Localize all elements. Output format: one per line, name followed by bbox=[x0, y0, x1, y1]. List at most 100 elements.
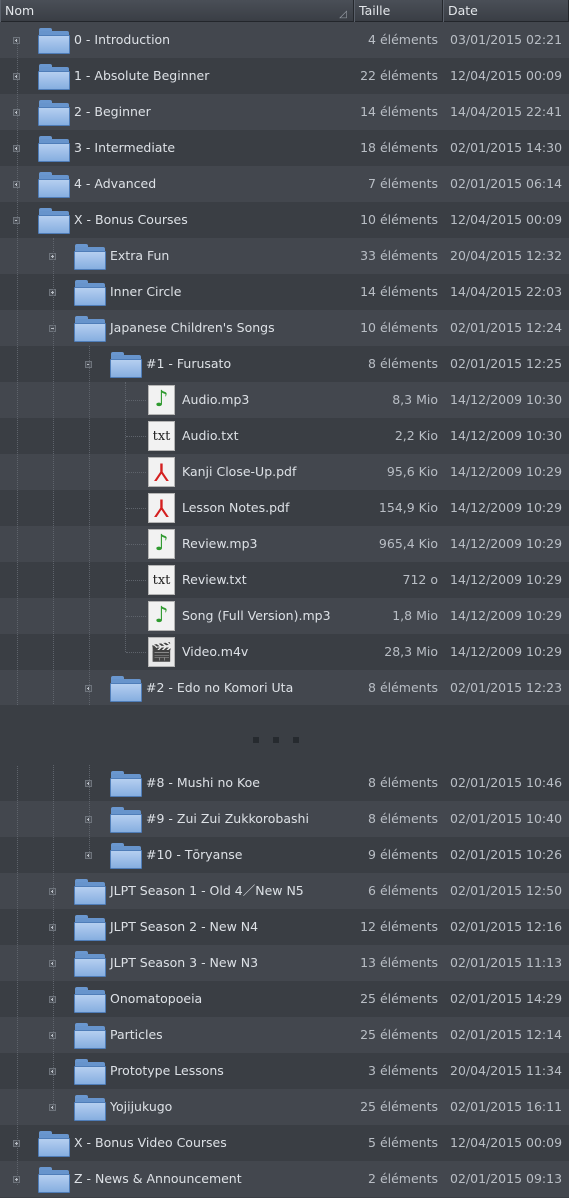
folder-row[interactable]: #10 - Tōryanse 9 éléments 02/01/2015 10:26 bbox=[0, 837, 569, 873]
item-name: Particles bbox=[110, 1027, 163, 1042]
tree-guide-line bbox=[126, 508, 146, 509]
folder-icon bbox=[38, 206, 70, 234]
tree-guide-line bbox=[126, 472, 146, 473]
item-name: Japanese Children's Songs bbox=[110, 320, 275, 335]
file-row[interactable]: ⅄ Lesson Notes.pdf 154,9 Kio 14/12/2009 10:… bbox=[0, 490, 569, 526]
column-name-header[interactable]: Nom ◿ bbox=[0, 0, 354, 22]
item-name: #2 - Edo no Komori Uta bbox=[146, 680, 294, 695]
file-row[interactable]: ♪ Song (Full Version).mp3 1,8 Mio 14/12/200… bbox=[0, 598, 569, 634]
folder-row[interactable]: #9 - Zui Zui Zukkorobashi 8 éléments 02/01… bbox=[0, 801, 569, 837]
item-date: 14/12/2009 10:29 bbox=[450, 608, 563, 623]
folder-icon bbox=[38, 26, 70, 54]
item-date: 02/01/2015 11:13 bbox=[450, 955, 563, 970]
item-date: 02/01/2015 06:14 bbox=[450, 176, 563, 191]
folder-row[interactable]: JLPT Season 3 - New N3 13 éléments 02/01/2… bbox=[0, 945, 569, 981]
item-size: 712 o bbox=[402, 572, 438, 587]
item-name: Video.m4v bbox=[182, 644, 249, 659]
folder-row[interactable]: X - Bonus Video Courses 5 éléments 12/04/2… bbox=[0, 1125, 569, 1161]
column-header: Nom ◿ Taille Date bbox=[0, 0, 569, 22]
item-size: 8 éléments bbox=[368, 356, 438, 371]
folder-row[interactable]: 3 - Intermediate 18 éléments 02/01/2015 14… bbox=[0, 130, 569, 166]
item-name: 4 - Advanced bbox=[74, 176, 157, 191]
folder-row[interactable]: Prototype Lessons 3 éléments 20/04/2015 11… bbox=[0, 1053, 569, 1089]
tree-guide-line bbox=[126, 580, 146, 581]
folder-row[interactable]: JLPT Season 2 - New N4 12 éléments 02/01/2… bbox=[0, 909, 569, 945]
folder-icon bbox=[74, 1057, 106, 1085]
folder-row[interactable]: Extra Fun 33 éléments 20/04/2015 12:32 bbox=[0, 238, 569, 274]
item-size: 25 éléments bbox=[360, 991, 438, 1006]
item-size: 10 éléments bbox=[360, 212, 438, 227]
folder-row[interactable]: #1 - Furusato 8 éléments 02/01/2015 12:25 bbox=[0, 346, 569, 382]
item-name: #9 - Zui Zui Zukkorobashi bbox=[146, 811, 309, 826]
item-date: 20/04/2015 11:34 bbox=[450, 1063, 563, 1078]
item-date: 02/01/2015 10:26 bbox=[450, 847, 563, 862]
item-name: Yojijukugo bbox=[110, 1099, 173, 1114]
item-date: 03/01/2015 02:21 bbox=[450, 32, 563, 47]
folder-row[interactable]: Japanese Children's Songs 10 éléments 02/0… bbox=[0, 310, 569, 346]
column-name-label: Nom bbox=[5, 3, 35, 18]
folder-row[interactable]: Z - News & Announcement 2 éléments 02/01/2… bbox=[0, 1161, 569, 1197]
folder-row[interactable]: Yojijukugo 25 éléments 02/01/2015 16:11 bbox=[0, 1089, 569, 1125]
folder-icon bbox=[38, 170, 70, 198]
folder-row[interactable]: #2 - Edo no Komori Uta 8 éléments 02/01/20… bbox=[0, 670, 569, 706]
item-size: 1,8 Mio bbox=[392, 608, 438, 623]
item-size: 154,9 Kio bbox=[378, 500, 438, 515]
item-date: 02/01/2015 10:46 bbox=[450, 775, 563, 790]
file-row[interactable]: ♪ Review.mp3 965,4 Kio 14/12/2009 10:29 bbox=[0, 526, 569, 562]
item-name: 3 - Intermediate bbox=[74, 140, 176, 155]
item-name: Z - News & Announcement bbox=[74, 1171, 242, 1186]
folder-icon bbox=[38, 62, 70, 90]
file-row[interactable]: txt Audio.txt 2,2 Kio 14/12/2009 10:30 bbox=[0, 418, 569, 454]
item-date: 14/12/2009 10:29 bbox=[450, 500, 563, 515]
folder-icon bbox=[110, 841, 142, 869]
folder-row[interactable]: #8 - Mushi no Koe 8 éléments 02/01/2015 10… bbox=[0, 765, 569, 801]
item-size: 14 éléments bbox=[360, 284, 438, 299]
item-name: X - Bonus Courses bbox=[74, 212, 188, 227]
item-size: 6 éléments bbox=[368, 883, 438, 898]
pdf-file-icon: ⅄ bbox=[148, 493, 175, 523]
column-size-header[interactable]: Taille bbox=[354, 0, 443, 22]
file-row[interactable]: 🎬 Video.m4v 28,3 Mio 14/12/2009 10:29 bbox=[0, 634, 569, 670]
pdf-file-icon: ⅄ bbox=[148, 457, 175, 487]
folder-icon bbox=[74, 314, 106, 342]
item-name: #1 - Furusato bbox=[146, 356, 232, 371]
item-date: 12/04/2015 00:09 bbox=[450, 68, 563, 83]
item-size: 12 éléments bbox=[360, 919, 438, 934]
item-name: JLPT Season 3 - New N3 bbox=[110, 955, 259, 970]
ellipsis-icon bbox=[253, 731, 313, 746]
item-name: 0 - Introduction bbox=[74, 32, 171, 47]
tree-guide-line bbox=[89, 765, 90, 858]
item-name: 2 - Beginner bbox=[74, 104, 151, 119]
item-date: 02/01/2015 12:25 bbox=[450, 356, 563, 371]
file-row[interactable]: ⅄ Kanji Close-Up.pdf 95,6 Kio 14/12/2009 10… bbox=[0, 454, 569, 490]
file-row[interactable]: txt Review.txt 712 o 14/12/2009 10:29 bbox=[0, 562, 569, 598]
item-name: 1 - Absolute Beginner bbox=[74, 68, 210, 83]
item-date: 20/04/2015 12:32 bbox=[450, 248, 563, 263]
folder-row[interactable]: 0 - Introduction 4 éléments 03/01/2015 02:… bbox=[0, 22, 569, 58]
item-date: 14/12/2009 10:29 bbox=[450, 464, 563, 479]
item-name: JLPT Season 2 - New N4 bbox=[110, 919, 259, 934]
item-date: 12/04/2015 00:09 bbox=[450, 1135, 563, 1150]
folder-row[interactable]: X - Bonus Courses 10 éléments 12/04/2015 0… bbox=[0, 202, 569, 238]
item-size: 25 éléments bbox=[360, 1027, 438, 1042]
item-date: 02/01/2015 12:24 bbox=[450, 320, 563, 335]
folder-row[interactable]: 1 - Absolute Beginner 22 éléments 12/04/20… bbox=[0, 58, 569, 94]
folder-row[interactable]: Particles 25 éléments 02/01/2015 12:14 bbox=[0, 1017, 569, 1053]
folder-row[interactable]: Onomatopoeia 25 éléments 02/01/2015 14:29 bbox=[0, 981, 569, 1017]
item-size: 8 éléments bbox=[368, 775, 438, 790]
folder-row[interactable]: Inner Circle 14 éléments 14/04/2015 22:03 bbox=[0, 274, 569, 310]
item-size: 2 éléments bbox=[368, 1171, 438, 1186]
folder-icon bbox=[74, 1093, 106, 1121]
folder-icon bbox=[110, 805, 142, 833]
folder-row[interactable]: 2 - Beginner 14 éléments 14/04/2015 22:41 bbox=[0, 94, 569, 130]
folder-row[interactable]: JLPT Season 1 - Old 4／New N5 6 éléments 02… bbox=[0, 873, 569, 909]
item-name: Audio.txt bbox=[182, 428, 239, 443]
folder-icon bbox=[38, 1165, 70, 1193]
item-date: 14/12/2009 10:29 bbox=[450, 536, 563, 551]
folder-row[interactable]: 4 - Advanced 7 éléments 02/01/2015 06:14 bbox=[0, 166, 569, 202]
file-row[interactable]: ♪ Audio.mp3 8,3 Mio 14/12/2009 10:30 bbox=[0, 382, 569, 418]
item-date: 14/12/2009 10:30 bbox=[450, 392, 563, 407]
column-date-header[interactable]: Date bbox=[443, 0, 569, 22]
item-name: Kanji Close-Up.pdf bbox=[182, 464, 297, 479]
folder-icon bbox=[38, 1129, 70, 1157]
